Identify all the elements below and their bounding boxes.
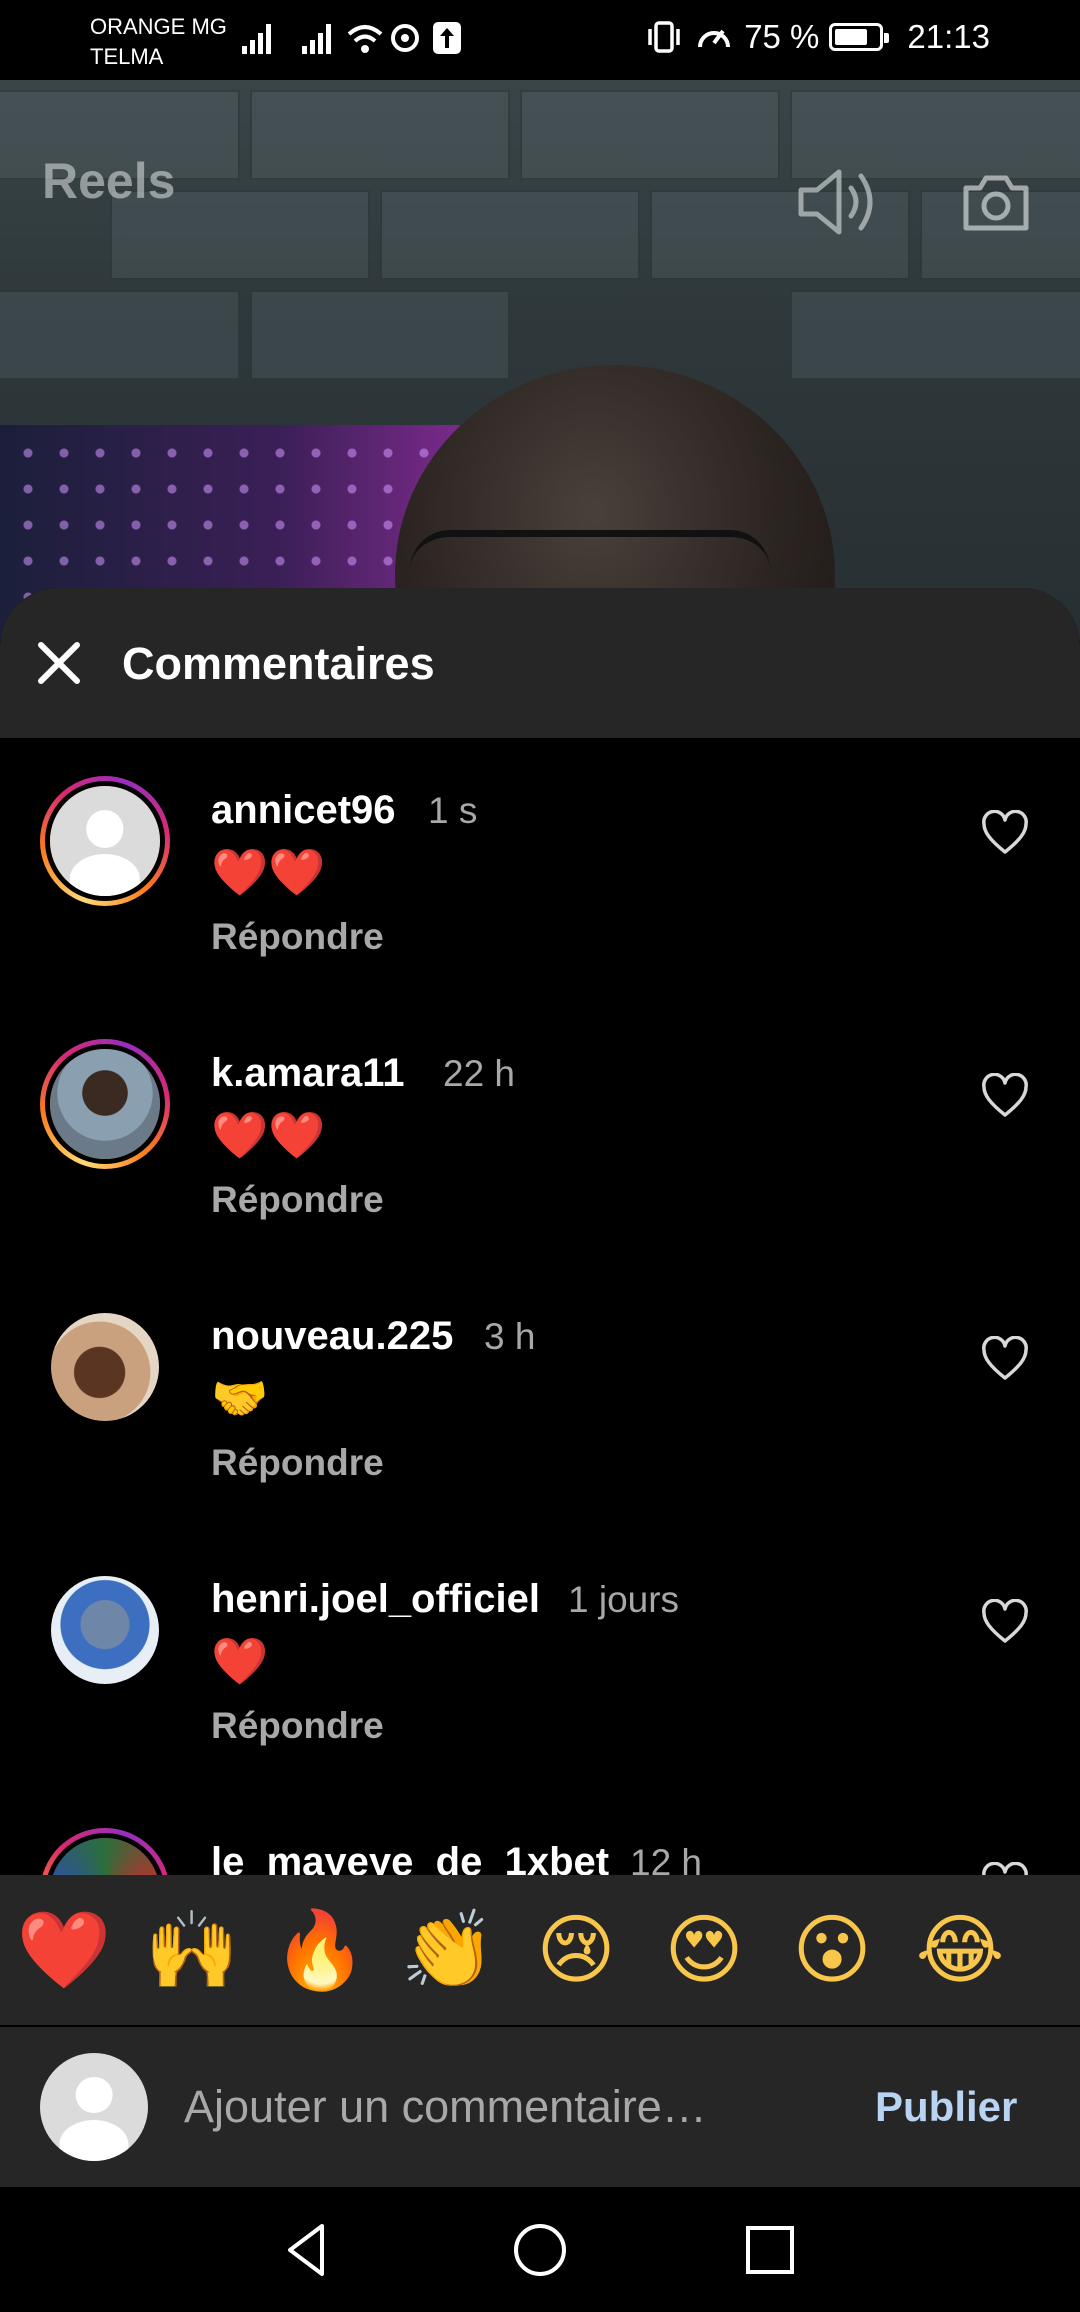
avatar[interactable] xyxy=(40,776,170,906)
comment-username[interactable]: henri.joel_officiel xyxy=(211,1577,540,1622)
wall-brick xyxy=(250,90,510,180)
heart-icon[interactable] xyxy=(980,1336,1030,1382)
reply-button[interactable]: Répondre xyxy=(211,916,384,958)
comment-username[interactable]: annicet96 xyxy=(211,788,396,833)
home-icon[interactable] xyxy=(510,2220,570,2280)
system-nav-bar xyxy=(0,2188,1080,2312)
emoji-fire[interactable]: 🔥 xyxy=(256,1905,384,1995)
heart-icon[interactable] xyxy=(980,1599,1030,1645)
comment-text: 🤝 xyxy=(211,1371,269,1425)
emoji-clapping-hands[interactable]: 👏 xyxy=(384,1905,512,1995)
reels-title: Reels xyxy=(42,153,176,209)
comment-composer: Publier xyxy=(0,2027,1080,2187)
status-bar: ORANGE MG TELMA 75 % 21:13 xyxy=(0,0,1080,80)
comment-item: annicet96 1 s ❤️❤️ Répondre xyxy=(0,776,1080,1026)
wall-brick xyxy=(0,290,240,380)
battery-icon xyxy=(829,23,890,51)
wifi-icon xyxy=(347,25,383,53)
emoji-crying-face[interactable]: 😢 xyxy=(512,1905,640,1995)
comment-item: nouveau.225 3 h 🤝 Répondre xyxy=(0,1302,1080,1552)
signal-icon-2 xyxy=(302,24,331,54)
reply-button[interactable]: Répondre xyxy=(211,1705,384,1747)
reply-button[interactable]: Répondre xyxy=(211,1442,384,1484)
wall-brick xyxy=(520,90,780,180)
close-icon[interactable] xyxy=(36,640,82,686)
emoji-reaction-bar: ❤️ 🙌 🔥 👏 😢 😍 😮 😂 xyxy=(0,1875,1080,2025)
heart-icon[interactable] xyxy=(980,810,1030,856)
camera-icon[interactable] xyxy=(962,170,1030,232)
comment-item: henri.joel_officiel 1 jours ❤️ Répondre xyxy=(0,1565,1080,1815)
comment-username[interactable]: nouveau.225 xyxy=(211,1314,453,1359)
speaker-icon[interactable] xyxy=(795,162,885,242)
status-right: 75 % 21:13 xyxy=(644,18,990,56)
publish-button[interactable]: Publier xyxy=(875,2083,1017,2131)
comment-text: ❤️❤️ xyxy=(211,1108,326,1162)
avatar[interactable] xyxy=(51,1576,159,1684)
emoji-laughing-face[interactable]: 😂 xyxy=(896,1905,1024,1995)
back-icon[interactable] xyxy=(278,2220,338,2280)
comment-time: 1 s xyxy=(428,790,478,831)
signal-icon xyxy=(242,24,271,54)
comment-time: 22 h xyxy=(443,1053,516,1094)
vibrate-icon xyxy=(648,21,680,53)
comment-time: 3 h xyxy=(484,1316,536,1357)
comment-text: ❤️ xyxy=(211,1634,269,1688)
upload-icon xyxy=(433,22,461,54)
comment-item: k.amara11 22 h ❤️❤️ Répondre xyxy=(0,1039,1080,1289)
wall-brick xyxy=(250,290,510,380)
person-glasses xyxy=(410,530,770,590)
comment-input[interactable] xyxy=(184,2075,744,2139)
speed-icon xyxy=(698,29,731,48)
recents-icon[interactable] xyxy=(740,2220,800,2280)
emoji-raised-hands[interactable]: 🙌 xyxy=(128,1905,256,1995)
wall-brick xyxy=(380,190,640,280)
battery-fill xyxy=(835,29,868,45)
battery-percent: 75 % xyxy=(744,18,820,55)
wall-brick xyxy=(790,290,1080,380)
comment-username[interactable]: k.amara11 xyxy=(211,1051,405,1096)
emoji-surprised-face[interactable]: 😮 xyxy=(768,1905,896,1995)
reply-button[interactable]: Répondre xyxy=(211,1179,384,1221)
clock: 21:13 xyxy=(907,18,990,55)
heart-icon[interactable] xyxy=(980,1073,1030,1119)
own-avatar xyxy=(40,2053,148,2161)
emoji-heart-eyes[interactable]: 😍 xyxy=(640,1905,768,1995)
carrier-name: ORANGE MG TELMA xyxy=(90,14,227,69)
sheet-title: Commentaires xyxy=(122,638,435,689)
emoji-heart[interactable]: ❤️ xyxy=(0,1905,128,1995)
comment-time: 1 jours xyxy=(568,1579,680,1620)
avatar[interactable] xyxy=(51,1313,159,1421)
avatar[interactable] xyxy=(40,1039,170,1169)
sheet-header: Commentaires xyxy=(0,588,1080,738)
eye-comfort-icon xyxy=(391,24,419,52)
comment-text: ❤️❤️ xyxy=(211,845,326,899)
